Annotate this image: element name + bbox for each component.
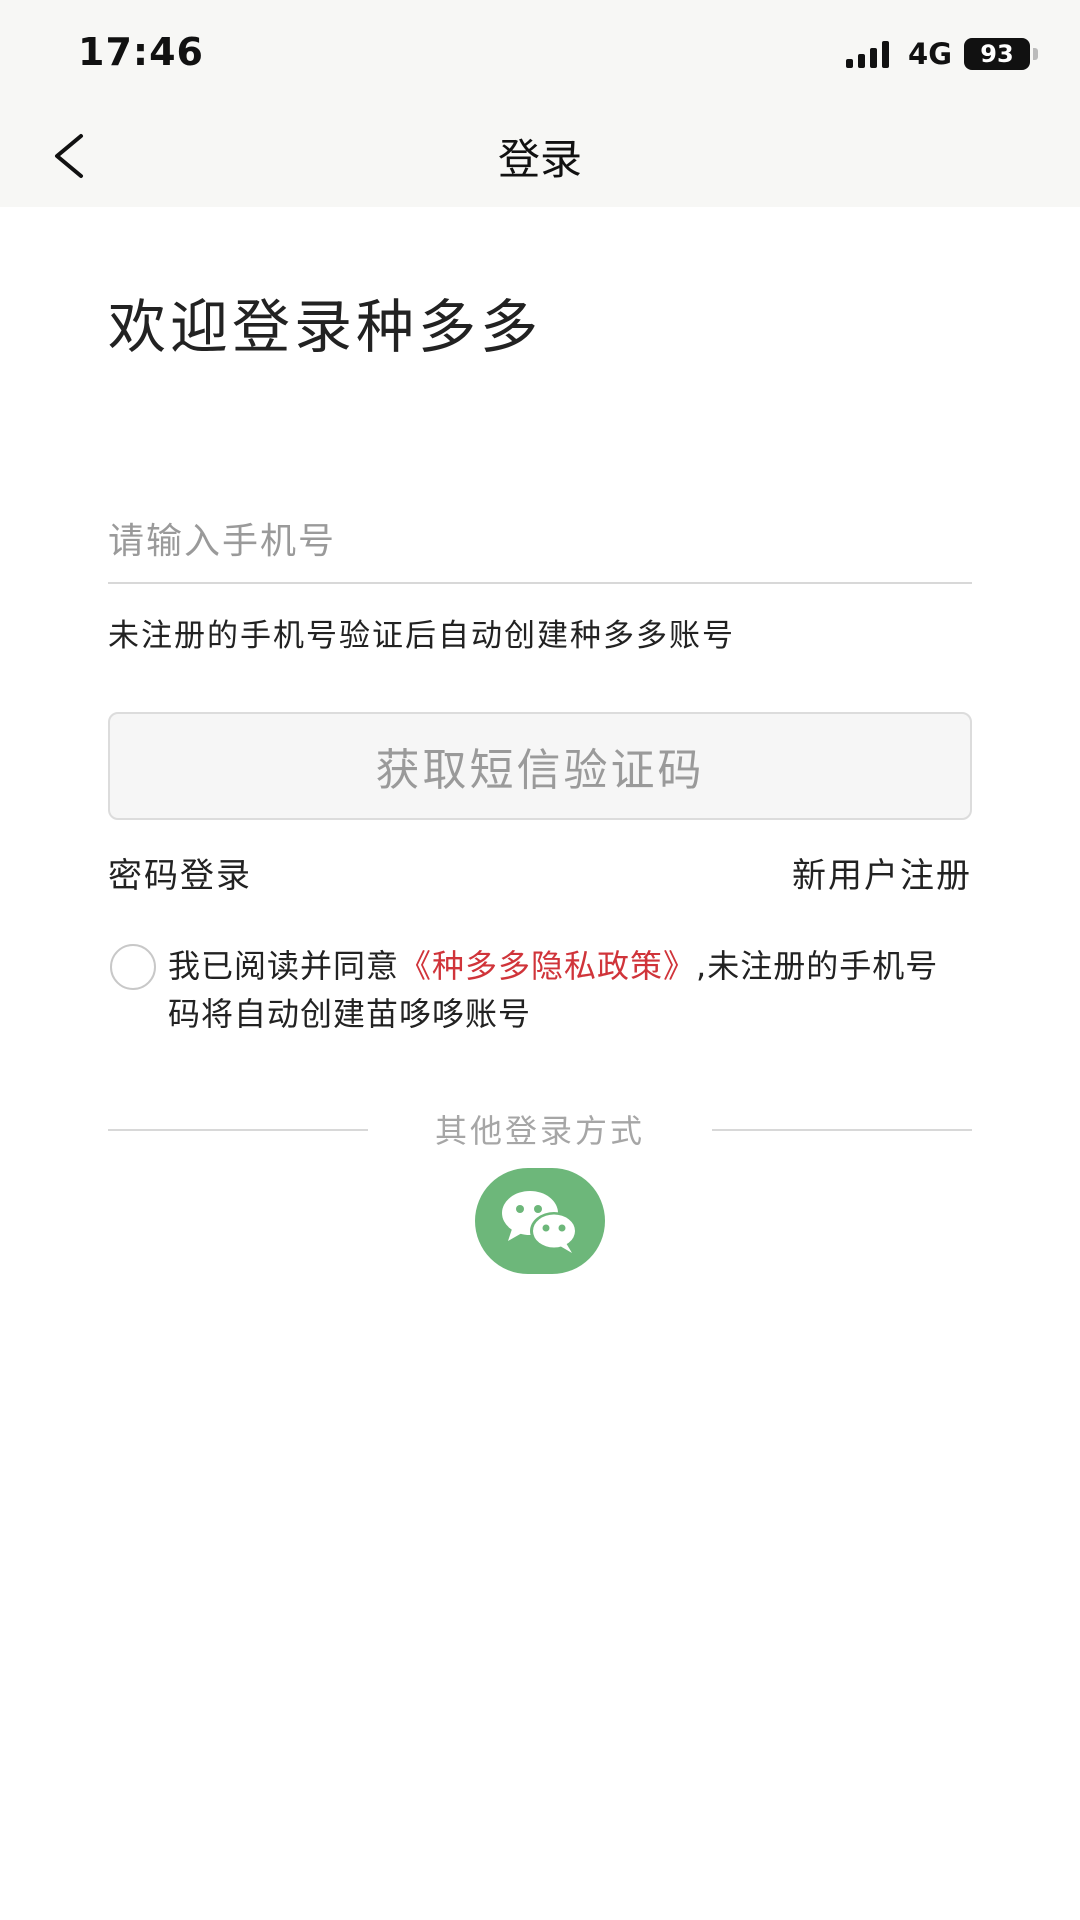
battery-cap [1033,48,1038,60]
agreement-prefix: 我已阅读并同意 [168,947,400,985]
privacy-policy-link[interactable]: 《种多多隐私政策》 [399,947,696,985]
phone-input[interactable] [108,500,972,584]
top-bar: 17:46 4G 93 登录 [0,0,1080,207]
agreement-text: 我已阅读并同意《种多多隐私政策》,未注册的手机号码将自动创建苗哆哆账号 [168,942,958,1038]
register-link[interactable]: 新用户注册 [792,848,972,897]
login-screen: 17:46 4G 93 登录 欢迎登录种多多 未注册的手机号验证后自动创建种多多… [0,0,1080,1920]
welcome-heading: 欢迎登录种多多 [108,293,543,361]
battery-level: 93 [980,40,1014,68]
agreement-checkbox[interactable] [110,944,156,990]
wechat-login-button[interactable] [475,1168,605,1274]
password-login-link[interactable]: 密码登录 [108,848,252,897]
network-type: 4G [908,37,952,71]
wechat-icon [502,1191,578,1253]
phone-hint: 未注册的手机号验证后自动创建种多多账号 [108,618,735,654]
page-title: 登录 [497,135,582,184]
divider-right [712,1129,972,1131]
battery-icon: 93 [964,38,1030,70]
get-sms-code-button[interactable]: 获取短信验证码 [108,712,972,820]
status-time: 17:46 [78,30,204,74]
status-indicators: 4G 93 [846,36,1038,72]
signal-icon [846,40,894,68]
